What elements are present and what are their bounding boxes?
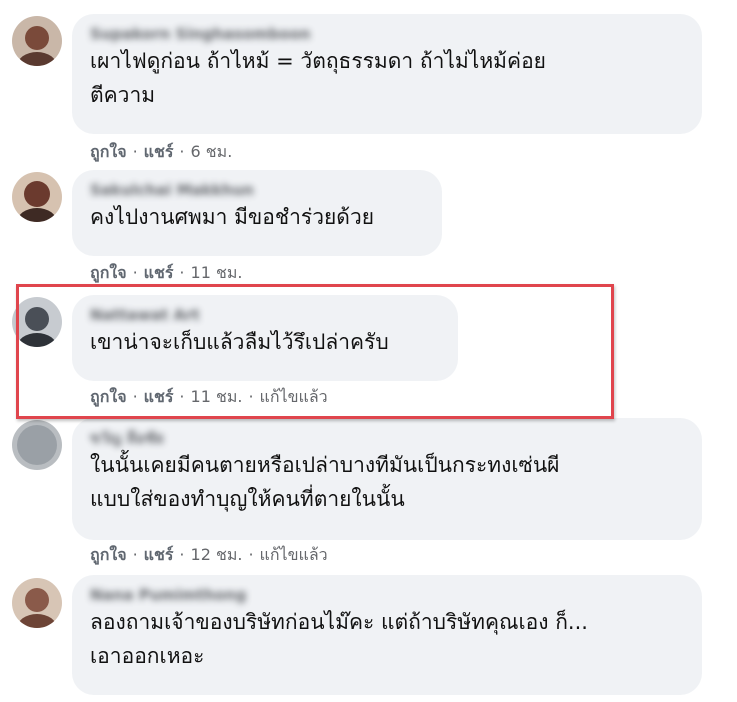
separator: · <box>248 387 254 406</box>
avatar-image <box>12 172 62 222</box>
comment-author[interactable]: ขวัญ ลือชัย <box>90 428 684 448</box>
comment-author[interactable]: Nattawat Art <box>90 305 440 325</box>
comment-bubble: Supakorn Singhasomboon เผาไฟดูก่อน ถ้าไห… <box>72 14 702 134</box>
like-link[interactable]: ถูกใจ <box>90 387 127 406</box>
avatar[interactable] <box>12 172 62 222</box>
comment-actions: ถูกใจ · แชร์ · 12 ชม. · แก้ไขแล้ว <box>90 544 328 566</box>
comment-bubble: Nattawat Art เขาน่าจะเก็บแล้วลืมไว้รึเปล… <box>72 295 458 381</box>
share-link[interactable]: แชร์ <box>144 545 174 564</box>
avatar-image <box>12 297 62 347</box>
separator: · <box>132 387 138 406</box>
share-link[interactable]: แชร์ <box>144 263 174 282</box>
avatar-image <box>12 420 62 470</box>
separator: · <box>248 545 254 564</box>
share-link[interactable]: แชร์ <box>144 142 174 161</box>
comment-timestamp[interactable]: 12 ชม. <box>191 545 243 564</box>
separator: · <box>132 142 138 161</box>
comment-actions: ถูกใจ · แชร์ · 6 ชม. <box>90 141 232 163</box>
avatar[interactable] <box>12 420 62 470</box>
comment-timestamp[interactable]: 6 ชม. <box>191 142 233 161</box>
comment-author[interactable]: Nana Pumimthong <box>90 585 684 605</box>
comment-thread: Supakorn Singhasomboon เผาไฟดูก่อน ถ้าไห… <box>0 0 737 702</box>
comment-actions: ถูกใจ · แชร์ · 11 ชม. <box>90 262 242 284</box>
comment-author[interactable]: Supakorn Singhasomboon <box>90 24 684 44</box>
comment-bubble: Nana Pumimthong ลองถามเจ้าของบริษัทก่อนไ… <box>72 575 702 695</box>
comment-timestamp[interactable]: 11 ชม. <box>191 387 243 406</box>
like-link[interactable]: ถูกใจ <box>90 545 127 564</box>
edited-label[interactable]: แก้ไขแล้ว <box>260 387 328 406</box>
comment-actions: ถูกใจ · แชร์ · 11 ชม. · แก้ไขแล้ว <box>90 386 328 408</box>
avatar[interactable] <box>12 297 62 347</box>
comment-bubble: ขวัญ ลือชัย ในนั้นเคยมีคนตายหรือเปล่าบาง… <box>72 418 702 540</box>
separator: · <box>179 142 185 161</box>
separator: · <box>179 387 185 406</box>
separator: · <box>132 263 138 282</box>
like-link[interactable]: ถูกใจ <box>90 263 127 282</box>
avatar[interactable] <box>12 578 62 628</box>
comment-text: ในนั้นเคยมีคนตายหรือเปล่าบางทีมันเป็นกระ… <box>90 453 560 511</box>
separator: · <box>179 263 185 282</box>
edited-label[interactable]: แก้ไขแล้ว <box>260 545 328 564</box>
comment-text: เผาไฟดูก่อน ถ้าไหม้ = วัตถุธรรมดา ถ้าไม่… <box>90 49 546 107</box>
avatar-image <box>12 16 62 66</box>
comment-timestamp[interactable]: 11 ชม. <box>191 263 243 282</box>
share-link[interactable]: แชร์ <box>144 387 174 406</box>
separator: · <box>132 545 138 564</box>
comment-text: เขาน่าจะเก็บแล้วลืมไว้รึเปล่าครับ <box>90 330 389 354</box>
comment-author[interactable]: Sakulchai Makkhun <box>90 180 424 200</box>
comment-text: คงไปงานศพมา มีขอชำร่วยด้วย <box>90 205 375 229</box>
comment-text: ลองถามเจ้าของบริษัทก่อนไม๊คะ แต่ถ้าบริษั… <box>90 610 588 668</box>
like-link[interactable]: ถูกใจ <box>90 142 127 161</box>
separator: · <box>179 545 185 564</box>
avatar-image <box>12 578 62 628</box>
avatar[interactable] <box>12 16 62 66</box>
comment-bubble: Sakulchai Makkhun คงไปงานศพมา มีขอชำร่วย… <box>72 170 442 256</box>
